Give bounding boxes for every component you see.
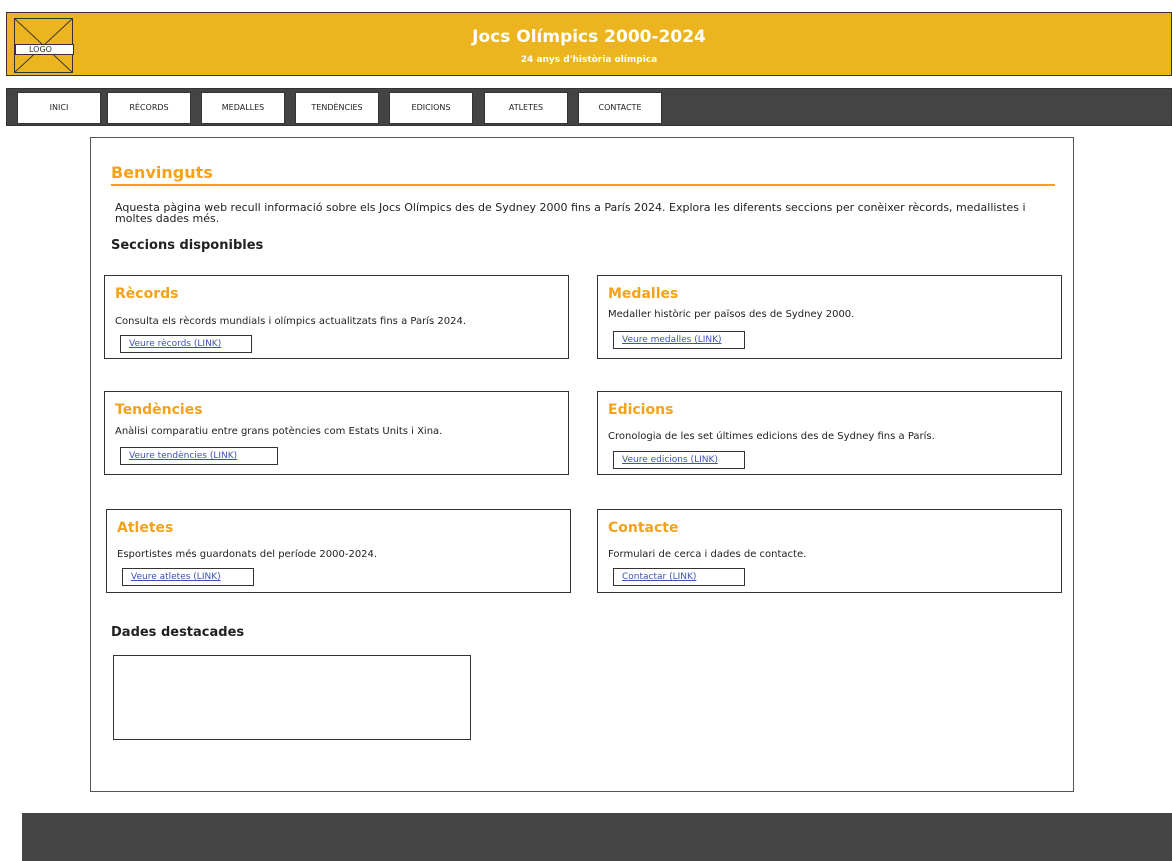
card-title: Tendències — [115, 402, 203, 418]
nav-item-contacte[interactable]: CONTACTE — [578, 92, 662, 124]
card-atletes: Atletes Esportistes més guardonats del p… — [106, 509, 571, 593]
card-description: Medaller històric per països des de Sydn… — [608, 309, 855, 320]
nav-item-atletes[interactable]: ATLETES — [484, 92, 568, 124]
card-edicions: Edicions Cronologia de les set últimes e… — [597, 391, 1062, 475]
card-title: Rècords — [115, 286, 179, 302]
card-contacte: Contacte Formulari de cerca i dades de c… — [597, 509, 1062, 593]
nav-item-edicions[interactable]: EDICIONS — [389, 92, 473, 124]
tendencies-link[interactable]: Veure tendències (LINK) — [120, 447, 278, 465]
card-description: Consulta els rècords mundials i olímpics… — [115, 316, 466, 327]
nav-item-tendencies[interactable]: TENDÈNCIES — [295, 92, 379, 124]
welcome-title: Benvinguts — [111, 163, 213, 182]
card-medalles: Medalles Medaller històric per països de… — [597, 275, 1062, 359]
card-records: Rècords Consulta els rècords mundials i … — [104, 275, 569, 359]
featured-data-box — [113, 655, 471, 740]
card-title: Atletes — [117, 520, 174, 536]
card-tendencies: Tendències Anàlisi comparatiu entre gran… — [104, 391, 569, 475]
card-description: Anàlisi comparatiu entre grans potències… — [115, 426, 443, 437]
main-nav: INICI RÈCORDS MEDALLES TENDÈNCIES EDICIO… — [6, 88, 1172, 126]
main-content: Benvinguts Aquesta pàgina web recull inf… — [90, 137, 1074, 792]
card-description: Esportistes més guardonats del període 2… — [117, 549, 378, 560]
site-footer — [22, 813, 1172, 861]
contacte-link[interactable]: Contactar (LINK) — [613, 568, 745, 586]
site-title: Jocs Olímpics 2000-2024 — [472, 27, 706, 47]
card-title: Medalles — [608, 286, 679, 302]
atletes-link[interactable]: Veure atletes (LINK) — [122, 568, 254, 586]
welcome-divider — [111, 184, 1055, 186]
records-link[interactable]: Veure rècords (LINK) — [120, 335, 252, 353]
nav-item-inici[interactable]: INICI — [17, 92, 101, 124]
nav-item-medalles[interactable]: MEDALLES — [201, 92, 285, 124]
edicions-link[interactable]: Veure edicions (LINK) — [613, 451, 745, 469]
card-title: Contacte — [608, 520, 679, 536]
sections-heading: Seccions disponibles — [111, 238, 264, 253]
medalles-link[interactable]: Veure medalles (LINK) — [613, 331, 745, 349]
intro-text: Aquesta pàgina web recull informació sob… — [115, 201, 1026, 225]
card-description: Cronologia de les set últimes edicions d… — [608, 431, 935, 442]
card-description: Formulari de cerca i dades de contacte. — [608, 549, 807, 560]
nav-item-records[interactable]: RÈCORDS — [107, 92, 191, 124]
card-title: Edicions — [608, 402, 674, 418]
featured-heading: Dades destacades — [111, 625, 245, 640]
site-subtitle: 24 anys d'història olímpica — [520, 55, 658, 65]
site-header: LOGO Jocs Olímpics 2000-2024 24 anys d'h… — [6, 12, 1172, 76]
